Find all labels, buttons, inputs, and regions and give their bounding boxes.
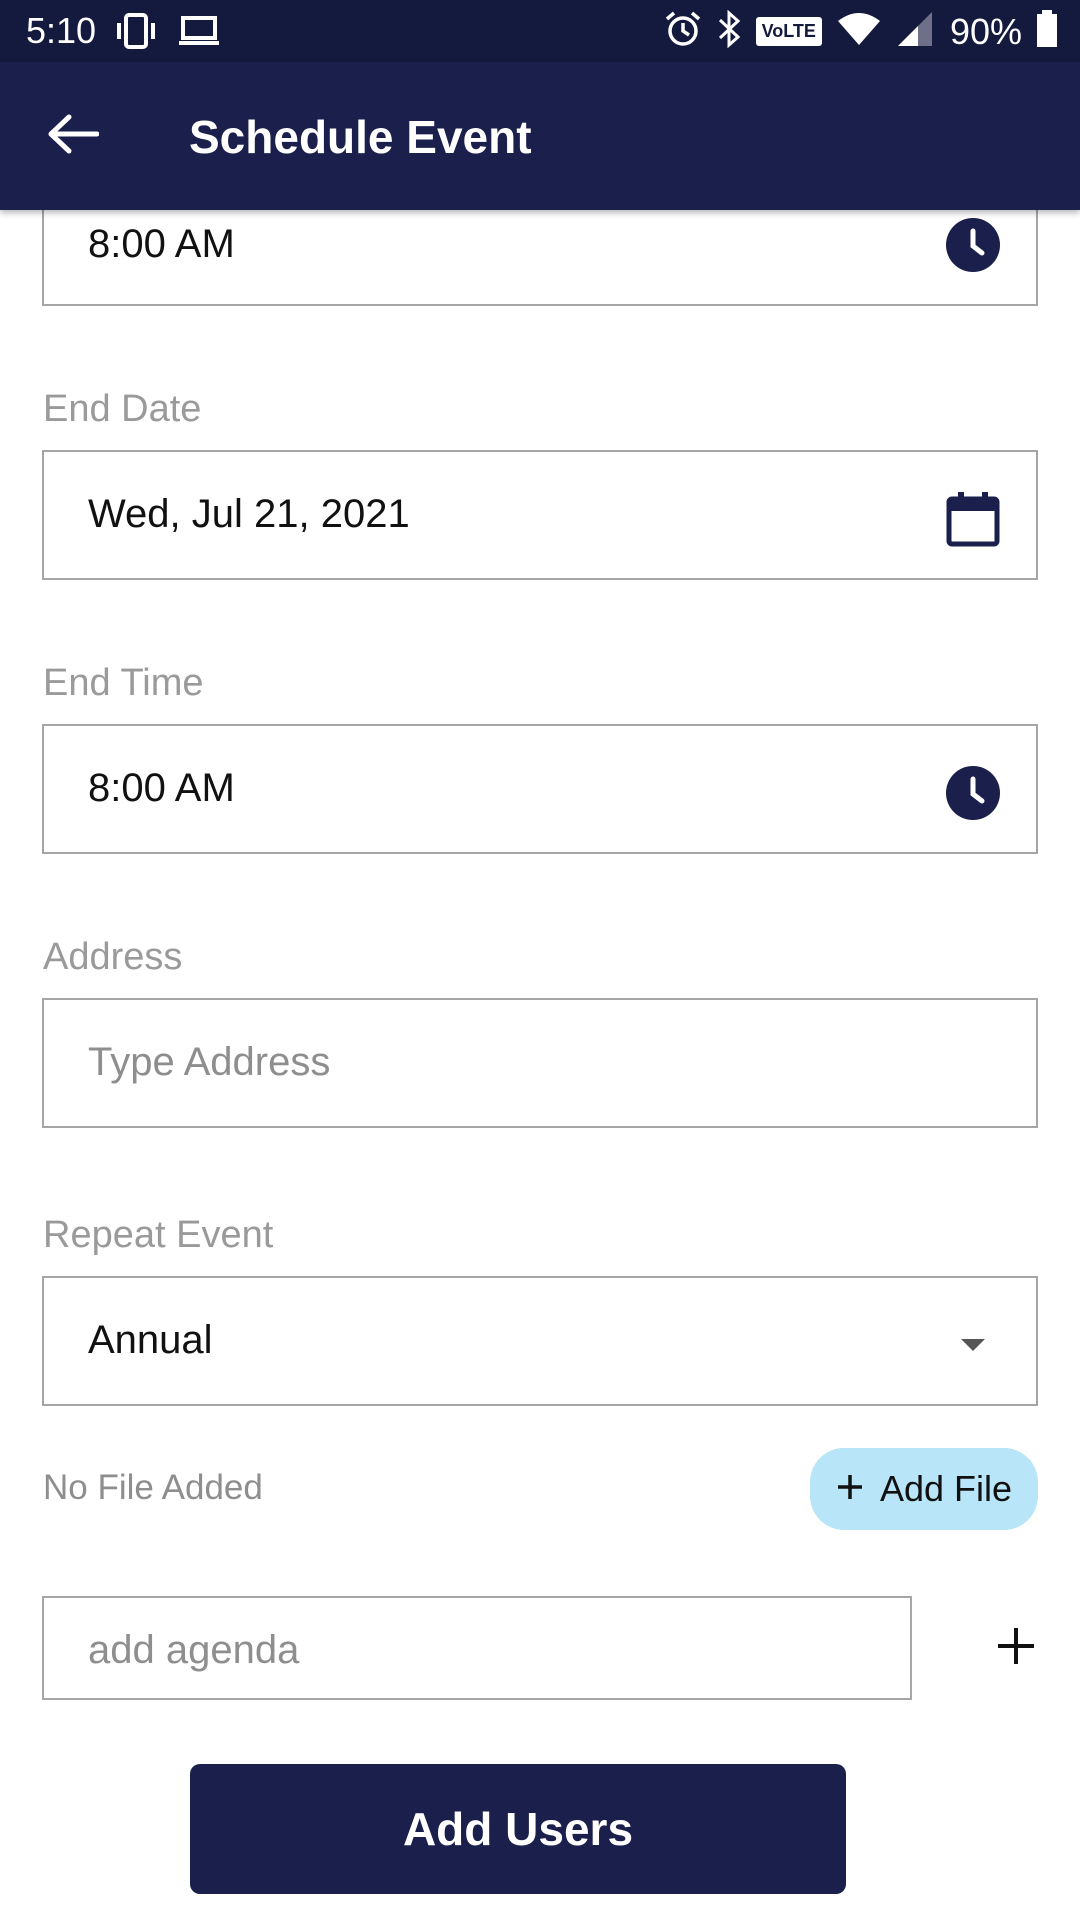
plus-icon xyxy=(836,1468,864,1510)
file-status: No File Added xyxy=(43,1468,263,1507)
status-icons-left xyxy=(116,13,220,54)
add-users-button[interactable]: Add Users xyxy=(190,1764,846,1894)
add-file-label: Add File xyxy=(879,1468,1013,1509)
battery-percentage: 90% xyxy=(949,10,1022,52)
end-date-field[interactable]: Wed, Jul 21, 2021 xyxy=(42,450,1038,580)
address-placeholder: Type Address xyxy=(88,1040,331,1084)
back-button[interactable] xyxy=(40,106,106,166)
repeat-event-label: Repeat Event xyxy=(43,1214,274,1256)
address-input[interactable]: Type Address xyxy=(42,998,1038,1128)
add-users-label: Add Users xyxy=(402,1803,634,1855)
app-bar: Schedule Event xyxy=(0,62,1080,210)
bluetooth-icon xyxy=(716,9,742,53)
repeat-event-select[interactable]: Annual xyxy=(42,1276,1038,1406)
battery-icon xyxy=(1036,10,1058,53)
status-time: 5:10 xyxy=(26,10,97,51)
calendar-icon[interactable] xyxy=(946,492,1000,547)
status-bar: 5:10 VoLTE 90% xyxy=(0,0,1080,62)
end-time-value: 8:00 AM xyxy=(88,766,235,810)
end-date-label: End Date xyxy=(43,388,202,430)
end-time-field[interactable]: 8:00 AM xyxy=(42,724,1038,854)
page-title: Schedule Event xyxy=(189,111,532,163)
dropdown-arrow-icon xyxy=(946,1318,1000,1372)
clock-icon[interactable] xyxy=(946,218,1000,272)
clock-icon[interactable] xyxy=(946,766,1000,820)
address-label: Address xyxy=(43,936,183,978)
end-time-label: End Time xyxy=(43,662,204,704)
start-time-value: 8:00 AM xyxy=(88,222,235,266)
end-date-value: Wed, Jul 21, 2021 xyxy=(88,492,410,536)
wifi-icon xyxy=(836,11,882,52)
agenda-placeholder: add agenda xyxy=(88,1628,300,1672)
alarm-icon xyxy=(664,10,702,53)
add-file-button[interactable]: Add File xyxy=(810,1448,1038,1530)
add-agenda-button[interactable] xyxy=(992,1622,1040,1674)
agenda-input[interactable]: add agenda xyxy=(42,1596,912,1700)
plus-icon xyxy=(996,1626,1036,1671)
phone-vibrate-icon xyxy=(116,13,156,54)
repeat-event-value: Annual xyxy=(88,1318,213,1362)
signal-icon xyxy=(896,10,936,53)
volte-icon: VoLTE xyxy=(755,17,822,46)
status-icons-right: VoLTE 90% xyxy=(664,9,1058,53)
laptop-icon xyxy=(178,15,220,52)
arrow-left-icon xyxy=(47,114,100,159)
